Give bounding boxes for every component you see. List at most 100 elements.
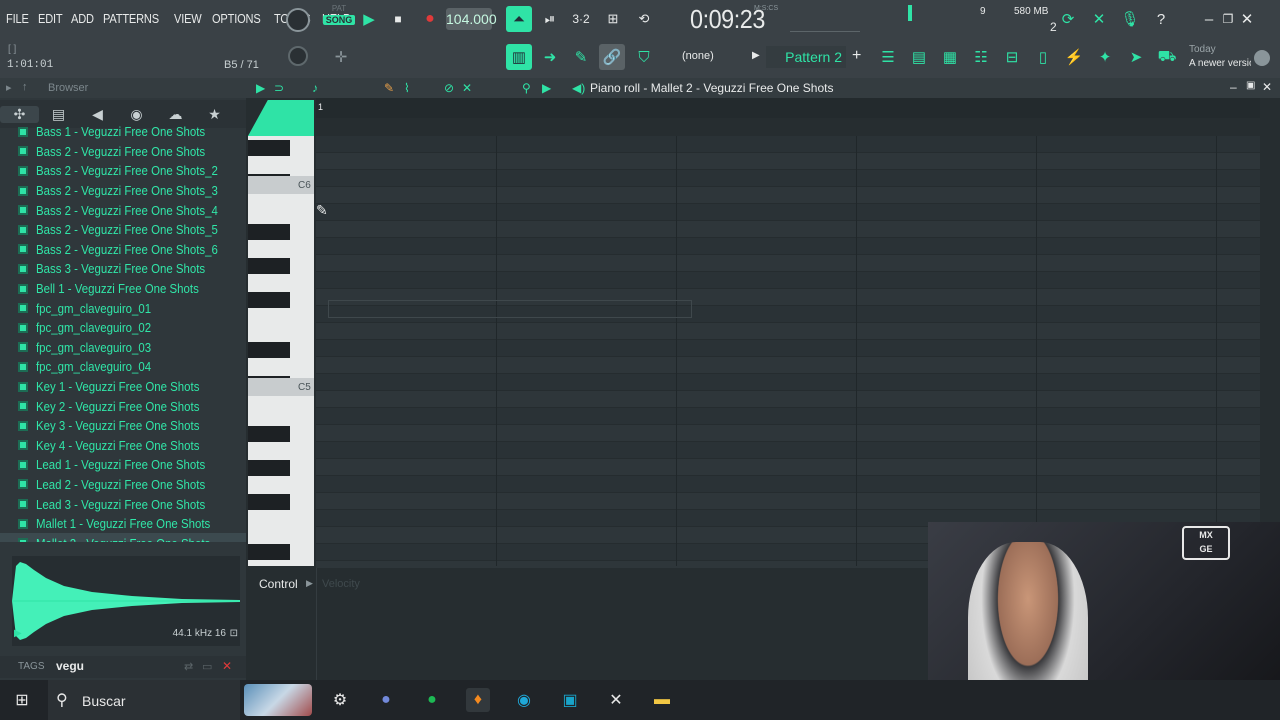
touch-icon[interactable]: ✦ bbox=[1092, 44, 1118, 70]
keyboard-icon[interactable]: ▥ bbox=[506, 44, 532, 70]
shop-icon[interactable]: ⛟ bbox=[1154, 44, 1180, 70]
black-key[interactable] bbox=[248, 342, 290, 358]
menu-view[interactable]: VIEW bbox=[174, 11, 202, 26]
tags-close-icon[interactable]: ✕ bbox=[222, 659, 232, 673]
black-key[interactable] bbox=[248, 292, 290, 308]
list-item[interactable]: Bass 1 - Veguzzi Free One Shots bbox=[0, 122, 246, 142]
list-item[interactable]: Bass 2 - Veguzzi Free One Shots_3 bbox=[0, 181, 246, 201]
list-item[interactable]: Mallet 2 - Veguzzi Free One Shots bbox=[0, 533, 246, 542]
black-key[interactable] bbox=[248, 140, 290, 156]
black-key[interactable] bbox=[248, 494, 290, 510]
black-key[interactable] bbox=[248, 258, 290, 274]
list-item[interactable]: fpc_gm_claveguiro_04 bbox=[0, 357, 246, 377]
edge-icon[interactable]: ◉ bbox=[512, 688, 536, 712]
app-icon[interactable]: ▣ bbox=[558, 688, 582, 712]
browser-icon[interactable]: ⊟ bbox=[999, 44, 1025, 70]
wait-input-icon[interactable]: ⏯ bbox=[537, 6, 563, 32]
metronome-icon[interactable]: ⏶ bbox=[506, 6, 532, 32]
arrow-right-icon[interactable]: ➜ bbox=[537, 44, 563, 70]
tool-magnet-icon[interactable]: ⊃ bbox=[274, 81, 284, 95]
browser-menu-icon[interactable]: ▸ bbox=[6, 81, 12, 94]
menu-add[interactable]: ADD bbox=[71, 11, 94, 26]
tool-brush-icon[interactable]: ⌇ bbox=[404, 81, 410, 95]
list-item[interactable]: Lead 3 - Veguzzi Free One Shots bbox=[0, 494, 246, 514]
list-item[interactable]: Key 1 - Veguzzi Free One Shots bbox=[0, 377, 246, 397]
microphone-icon[interactable]: 🎙 bbox=[1117, 6, 1143, 32]
steam-icon[interactable]: ⚙ bbox=[328, 688, 352, 712]
list-item[interactable]: Bass 2 - Veguzzi Free One Shots_5 bbox=[0, 220, 246, 240]
list-item[interactable]: Key 2 - Veguzzi Free One Shots bbox=[0, 396, 246, 416]
menu-options[interactable]: OPTIONS bbox=[212, 11, 261, 26]
tags-shuffle-icon[interactable]: ⇄ bbox=[184, 660, 193, 673]
list-item[interactable]: Bass 2 - Veguzzi Free One Shots bbox=[0, 142, 246, 162]
playlist-icon[interactable]: ☰ bbox=[875, 44, 901, 70]
black-key[interactable] bbox=[248, 460, 290, 476]
channel-rack-icon[interactable]: ▦ bbox=[937, 44, 963, 70]
refresh-icon[interactable]: ⟳ bbox=[1055, 6, 1081, 32]
menu-patterns[interactable]: PATTERNS bbox=[103, 11, 159, 26]
list-item[interactable]: Bass 2 - Veguzzi Free One Shots_4 bbox=[0, 200, 246, 220]
piano-roll-icon[interactable]: ▤ bbox=[906, 44, 932, 70]
news-message[interactable]: A newer versio... bbox=[1189, 58, 1251, 69]
tags-search[interactable]: vegu bbox=[56, 659, 84, 673]
list-item[interactable]: fpc_gm_claveguiro_03 bbox=[0, 338, 246, 358]
list-item[interactable]: Bass 2 - Veguzzi Free One Shots_2 bbox=[0, 161, 246, 181]
add-pattern-button[interactable]: + bbox=[852, 47, 861, 65]
tool-mute-icon[interactable]: ✕ bbox=[462, 81, 472, 95]
piano-roll-minimize-icon[interactable]: – bbox=[1230, 80, 1237, 94]
streaming-icon[interactable]: ✕ bbox=[604, 688, 628, 712]
menu-edit[interactable]: EDIT bbox=[38, 11, 63, 26]
piano-roll-maximize-icon[interactable]: ▣ bbox=[1246, 80, 1255, 91]
packs-icon[interactable]: ◉ bbox=[117, 106, 156, 123]
stop-button[interactable]: ■ bbox=[385, 6, 411, 32]
list-item[interactable]: Key 3 - Veguzzi Free One Shots bbox=[0, 416, 246, 436]
list-item[interactable]: Bass 2 - Veguzzi Free One Shots_6 bbox=[0, 240, 246, 260]
black-key[interactable] bbox=[248, 224, 290, 240]
list-item[interactable]: fpc_gm_claveguiro_01 bbox=[0, 298, 246, 318]
tags-window-icon[interactable]: ▭ bbox=[202, 660, 212, 673]
plugin-icon[interactable]: ⚡ bbox=[1061, 44, 1087, 70]
pencil-icon[interactable]: ✎ bbox=[568, 44, 594, 70]
vertical-scrollbar[interactable] bbox=[1262, 136, 1276, 566]
piano-roll-menu-icon[interactable]: ▶ bbox=[256, 81, 265, 95]
loop-record-icon[interactable]: ⟲ bbox=[631, 6, 657, 32]
all-files-icon[interactable]: ✣ bbox=[0, 105, 39, 123]
master-pitch-knob[interactable] bbox=[288, 46, 308, 66]
preview-play-icon[interactable]: ▶ bbox=[14, 628, 22, 639]
record-button[interactable]: ● bbox=[417, 6, 443, 32]
list-item[interactable]: Lead 1 - Veguzzi Free One Shots bbox=[0, 455, 246, 475]
list-item[interactable]: Mallet 1 - Veguzzi Free One Shots bbox=[0, 514, 246, 534]
black-key[interactable] bbox=[248, 544, 290, 560]
taskbar-search[interactable]: ⚲ Buscar bbox=[48, 680, 240, 720]
pattern-arrow-icon[interactable]: ▶ bbox=[752, 50, 760, 61]
control-label[interactable]: Control bbox=[259, 577, 298, 591]
close-icon[interactable]: ✕ bbox=[1234, 6, 1260, 32]
news-icon[interactable] bbox=[1254, 50, 1270, 66]
favorites-icon[interactable]: ★ bbox=[195, 106, 234, 123]
snap-selector[interactable]: (none) bbox=[682, 50, 714, 62]
discord-icon[interactable]: ● bbox=[374, 688, 398, 712]
tool-note-icon[interactable]: ♪ bbox=[312, 81, 318, 95]
tool-zoom-icon[interactable]: ⚲ bbox=[522, 81, 531, 95]
list-item[interactable]: Key 4 - Veguzzi Free One Shots bbox=[0, 436, 246, 456]
timeline-ruler[interactable]: 1 bbox=[316, 98, 1260, 118]
list-item[interactable]: Lead 2 - Veguzzi Free One Shots bbox=[0, 475, 246, 495]
fl-studio-icon[interactable]: ♦ bbox=[466, 688, 490, 712]
menu-file[interactable]: FILE bbox=[6, 11, 29, 26]
pat-song-toggle[interactable]: PAT SONG bbox=[323, 4, 355, 34]
tutorial-icon[interactable]: ➤ bbox=[1123, 44, 1149, 70]
countdown-icon[interactable]: 3·2 bbox=[568, 6, 594, 32]
black-key[interactable] bbox=[248, 426, 290, 442]
tool-delete-icon[interactable]: ⊘ bbox=[444, 81, 454, 95]
tempo-display[interactable]: 104.000 bbox=[446, 8, 497, 30]
pattern-selector[interactable]: Pattern 2 bbox=[766, 46, 846, 68]
file-explorer-icon[interactable]: ▬ bbox=[650, 688, 674, 712]
piano-roll-target-icon[interactable]: ◀) bbox=[572, 81, 585, 95]
piano-roll-close-icon[interactable]: ✕ bbox=[1262, 80, 1272, 94]
control-arrow-icon[interactable]: ▶ bbox=[306, 578, 313, 589]
waveform-preview[interactable]: ▶ 44.1 kHz 16 ⊡ bbox=[12, 556, 240, 646]
spotify-icon[interactable]: ● bbox=[420, 688, 444, 712]
list-item[interactable]: fpc_gm_claveguiro_02 bbox=[0, 318, 246, 338]
projects-icon[interactable]: ▤ bbox=[39, 106, 78, 123]
snap-icon[interactable]: ✛ bbox=[328, 44, 354, 70]
